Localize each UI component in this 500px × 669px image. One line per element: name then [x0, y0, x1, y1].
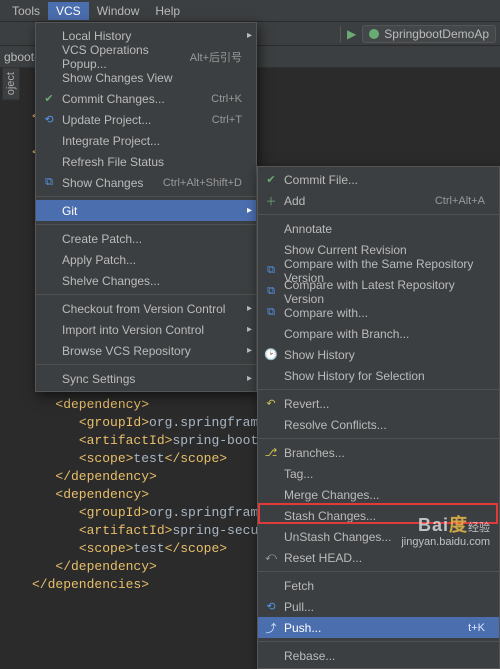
pull-icon: ⟲ — [262, 600, 280, 613]
git-branches[interactable]: ⎇Branches... — [258, 442, 499, 463]
git-add[interactable]: ＋AddCtrl+Alt+A — [258, 190, 499, 211]
git-pull[interactable]: ⟲Pull... — [258, 596, 499, 617]
git-resolve-conflicts[interactable]: Resolve Conflicts... — [258, 414, 499, 435]
revert-icon: ↶ — [262, 397, 280, 410]
git-reset-head[interactable]: ⤺Reset HEAD... — [258, 547, 499, 568]
menu-tools[interactable]: Tools — [4, 2, 48, 20]
menu-vcs[interactable]: VCS — [48, 2, 89, 20]
commit-icon: ✔ — [40, 92, 58, 105]
git-annotate[interactable]: Annotate — [258, 218, 499, 239]
menu-create-patch[interactable]: Create Patch... — [36, 228, 256, 249]
run-config-selector[interactable]: SpringbootDemoAp — [362, 25, 496, 43]
menu-vcs-operations-popup[interactable]: VCS Operations Popup...Alt+后引号 — [36, 46, 256, 67]
git-rebase[interactable]: Rebase... — [258, 645, 499, 666]
diff-icon: ⧉ — [262, 285, 280, 298]
git-revert[interactable]: ↶Revert... — [258, 393, 499, 414]
toolbar-separator — [340, 26, 341, 42]
git-show-history-selection[interactable]: Show History for Selection — [258, 365, 499, 386]
menu-update-project[interactable]: ⟲Update Project...Ctrl+T — [36, 109, 256, 130]
watermark: Bai度经验 jingyan.baidu.com — [401, 518, 490, 549]
history-icon: 🕑 — [262, 348, 280, 361]
menu-separator — [36, 224, 256, 225]
git-submenu: ✔Commit File... ＋AddCtrl+Alt+A Annotate … — [257, 166, 500, 669]
spring-icon — [369, 29, 379, 39]
diff-icon: ⧉ — [262, 264, 280, 277]
menu-separator — [36, 364, 256, 365]
push-icon: ⤴ — [262, 620, 280, 636]
git-compare-with[interactable]: ⧉Compare with... — [258, 302, 499, 323]
branch-icon: ⎇ — [262, 446, 280, 459]
menu-apply-patch[interactable]: Apply Patch... — [36, 249, 256, 270]
add-icon: ＋ — [262, 193, 280, 209]
git-merge[interactable]: Merge Changes... — [258, 484, 499, 505]
vcs-dropdown-menu: Local History▸ VCS Operations Popup...Al… — [35, 22, 257, 392]
menu-git-submenu[interactable]: Git▸ — [36, 200, 256, 221]
menu-sync-settings[interactable]: Sync Settings▸ — [36, 368, 256, 389]
menu-checkout-vc[interactable]: Checkout from Version Control▸ — [36, 298, 256, 319]
diff-icon: ⧉ — [262, 306, 280, 319]
menu-separator — [258, 571, 499, 572]
menu-separator — [258, 214, 499, 215]
menu-separator — [36, 294, 256, 295]
menu-separator — [258, 438, 499, 439]
menu-refresh-file-status[interactable]: Refresh File Status — [36, 151, 256, 172]
menu-separator — [258, 389, 499, 390]
menu-window[interactable]: Window — [89, 2, 148, 20]
commit-icon: ✔ — [262, 173, 280, 186]
git-show-history[interactable]: 🕑Show History — [258, 344, 499, 365]
git-tag[interactable]: Tag... — [258, 463, 499, 484]
menu-shelve-changes[interactable]: Shelve Changes... — [36, 270, 256, 291]
menu-show-changes-view[interactable]: Show Changes View — [36, 67, 256, 88]
menu-import-vc[interactable]: Import into Version Control▸ — [36, 319, 256, 340]
menu-browse-vcs-repo[interactable]: Browse VCS Repository▸ — [36, 340, 256, 361]
git-compare-branch[interactable]: Compare with Branch... — [258, 323, 499, 344]
run-config-label: SpringbootDemoAp — [384, 27, 489, 41]
menu-show-changes[interactable]: ⧉Show ChangesCtrl+Alt+Shift+D — [36, 172, 256, 193]
git-compare-latest[interactable]: ⧉Compare with Latest Repository Version — [258, 281, 499, 302]
menu-separator — [36, 196, 256, 197]
reset-icon: ⤺ — [262, 551, 280, 564]
menu-integrate-project[interactable]: Integrate Project... — [36, 130, 256, 151]
git-commit-file[interactable]: ✔Commit File... — [258, 169, 499, 190]
menu-separator — [258, 641, 499, 642]
git-fetch[interactable]: Fetch — [258, 575, 499, 596]
menu-commit-changes[interactable]: ✔Commit Changes...Ctrl+K — [36, 88, 256, 109]
diff-icon: ⧉ — [40, 176, 58, 189]
menu-bar: Tools VCS Window Help — [0, 0, 500, 22]
run-icon[interactable]: ▶ — [347, 27, 356, 41]
update-icon: ⟲ — [40, 113, 58, 126]
git-push[interactable]: ⤴Push...t+K — [258, 617, 499, 638]
menu-help[interactable]: Help — [147, 2, 188, 20]
